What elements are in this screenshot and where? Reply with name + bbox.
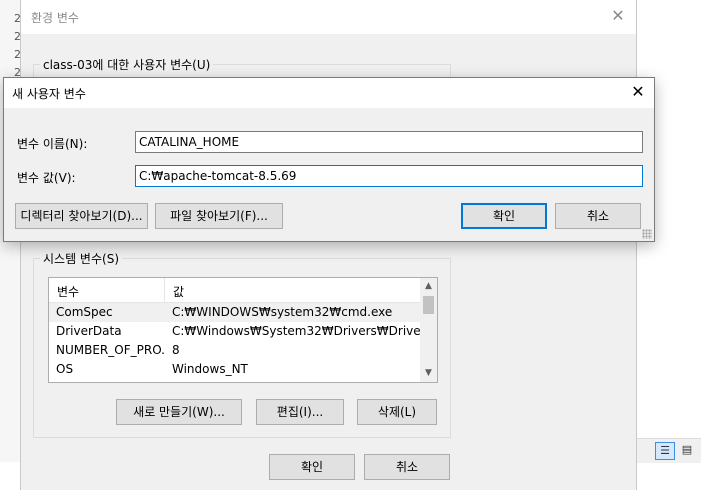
env-cancel-button[interactable]: 취소 xyxy=(364,454,450,480)
env-titlebar: 환경 변수 ✕ xyxy=(21,0,636,34)
list-header: 변수 값 xyxy=(49,278,420,303)
chevron-down-icon[interactable]: ▼ xyxy=(420,365,437,382)
row-variable-name: OS xyxy=(56,362,74,376)
column-header-value[interactable]: 값 xyxy=(173,283,184,300)
dialog-titlebar: 새 사용자 변수 ✕ xyxy=(4,78,654,108)
variable-name-label: 변수 이름(N): xyxy=(17,137,88,151)
preview-view-icon[interactable]: ▤ xyxy=(677,442,697,460)
variable-value-label: 변수 값(V): xyxy=(17,171,76,185)
variable-name-input[interactable]: CATALINA_HOME xyxy=(135,131,643,153)
column-header-variable[interactable]: 변수 xyxy=(57,283,79,300)
table-row[interactable]: OS Windows_NT xyxy=(49,360,420,379)
row-variable-value: 8 xyxy=(172,343,180,357)
user-variables-group-label: class-03에 대한 사용자 변수(U) xyxy=(40,56,214,73)
close-icon[interactable]: ✕ xyxy=(628,82,648,102)
row-variable-name: ComSpec xyxy=(56,305,113,319)
table-row[interactable]: NUMBER_OF_PRO... 8 xyxy=(49,341,420,360)
env-ok-button[interactable]: 확인 xyxy=(269,454,355,480)
delete-system-variable-button[interactable]: 삭제(L) xyxy=(357,399,437,425)
browse-file-button[interactable]: 파일 찾아보기(F)... xyxy=(155,203,283,229)
chevron-up-icon[interactable]: ▲ xyxy=(420,278,437,295)
resize-grip[interactable] xyxy=(642,229,652,239)
dialog-ok-button[interactable]: 확인 xyxy=(461,203,547,229)
row-variable-name: DriverData xyxy=(56,324,122,338)
vertical-scrollbar[interactable]: ▲ ▼ xyxy=(420,278,437,382)
table-row[interactable]: DriverData C:₩Windows₩System32₩Drivers₩D… xyxy=(49,322,420,341)
close-icon[interactable]: ✕ xyxy=(608,6,628,26)
environment-variables-window: 환경 변수 ✕ class-03에 대한 사용자 변수(U) 시스템 변수(S)… xyxy=(20,0,637,490)
system-variables-list[interactable]: 변수 값 ComSpec C:₩WINDOWS₩system32₩cmd.exe… xyxy=(48,277,438,383)
new-system-variable-button[interactable]: 새로 만들기(W)... xyxy=(116,399,242,425)
system-variables-group: 시스템 변수(S) 변수 값 ComSpec C:₩WINDOWS₩system… xyxy=(33,250,451,438)
scrollbar-thumb[interactable] xyxy=(423,296,434,314)
system-variables-group-label: 시스템 변수(S) xyxy=(40,250,122,267)
row-variable-value: C:₩Windows₩System32₩Drivers₩DriverData xyxy=(172,324,420,338)
row-variable-value: C:₩WINDOWS₩system32₩cmd.exe xyxy=(172,305,393,319)
dialog-cancel-button[interactable]: 취소 xyxy=(555,203,641,229)
variable-value-input[interactable]: C:₩apache-tomcat-8.5.69 xyxy=(135,165,643,187)
details-view-icon[interactable]: ☰ xyxy=(655,442,675,460)
env-window-title: 환경 변수 xyxy=(31,11,79,25)
dialog-title: 새 사용자 변수 xyxy=(12,87,86,101)
column-separator[interactable] xyxy=(164,278,165,302)
table-row[interactable]: ComSpec C:₩WINDOWS₩system32₩cmd.exe xyxy=(49,303,420,322)
row-variable-name: NUMBER_OF_PRO... xyxy=(56,343,164,357)
edit-system-variable-button[interactable]: 편집(I)... xyxy=(256,399,344,425)
row-variable-value: Windows_NT xyxy=(172,362,248,376)
browse-directory-button[interactable]: 디렉터리 찾아보기(D)... xyxy=(15,203,148,229)
new-user-variable-dialog: 새 사용자 변수 ✕ 변수 이름(N): CATALINA_HOME 변수 값(… xyxy=(3,77,655,242)
